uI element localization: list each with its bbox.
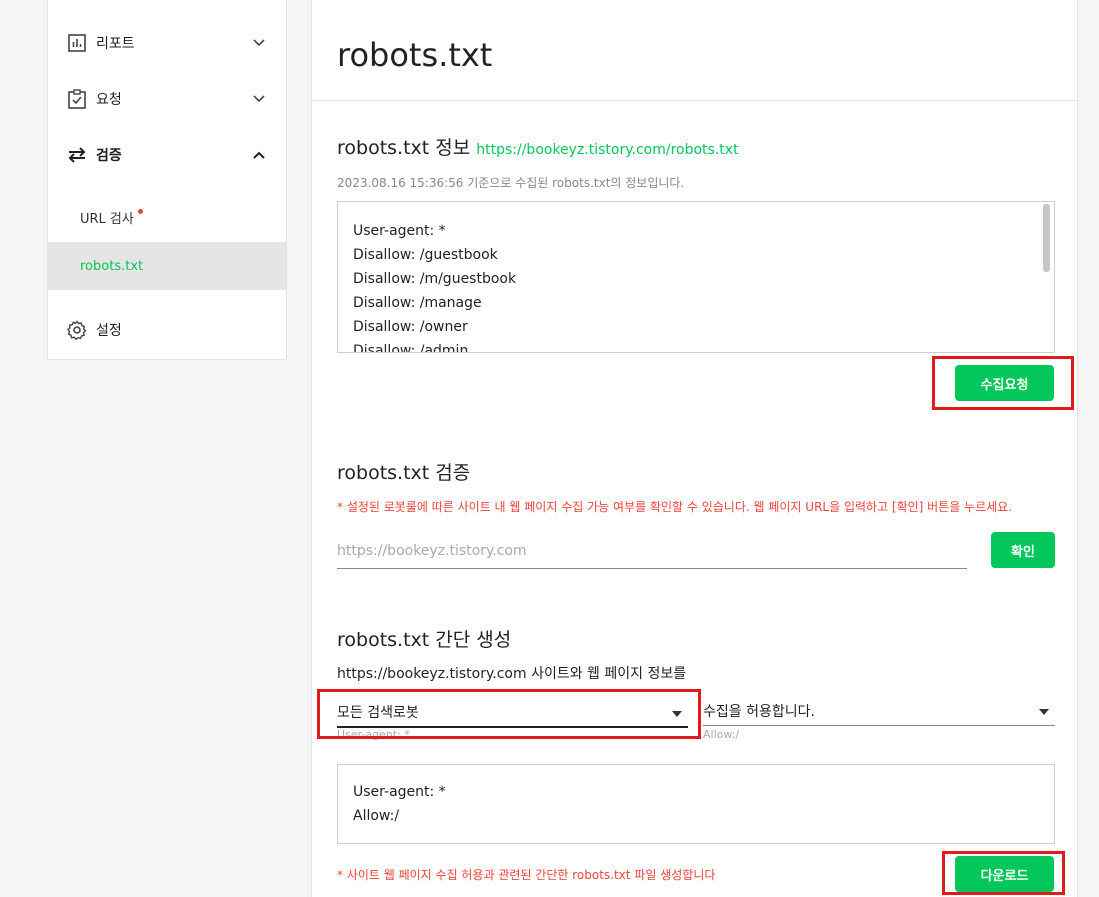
page-title: robots.txt [337,36,493,74]
caret-down-icon [1039,709,1049,715]
code-line: Disallow: /m/guestbook [353,271,517,287]
generated-robots-box[interactable]: User-agent: * Allow:/ [337,764,1055,844]
generate-intro: https://bookeyz.tistory.com 사이트와 웹 페이지 정… [337,666,687,682]
robots-info-title-text: robots.txt 정보 [337,137,471,159]
sidebar-subitem-label: URL 검사 [80,211,134,227]
generate-note: * 사이트 웹 페이지 수집 허용과 관련된 간단한 robots.txt 파일… [337,868,716,882]
code-line: Disallow: /admin [353,343,469,353]
divider [312,100,1077,101]
code-line: Disallow: /manage [353,295,482,311]
code-line: Disallow: /owner [353,319,468,335]
sidebar-item-label: 검증 [96,148,122,164]
url-input[interactable]: https://bookeyz.tistory.com [337,533,967,569]
sidebar-item-label: 요청 [96,92,122,108]
robots-info-title: robots.txt 정보 https://bookeyz.tistory.com… [337,133,739,160]
sidebar-subitem-robots[interactable]: robots.txt [48,242,286,290]
code-line: Allow:/ [353,808,400,824]
robots-url-link[interactable]: https://bookeyz.tistory.com/robots.txt [476,142,738,158]
code-line: User-agent: * [353,784,446,800]
code-line: User-agent: * [353,223,446,239]
verify-warning: * 설정된 로봇룰에 따른 사이트 내 웹 페이지 수집 가능 여부를 확인할 … [337,500,1013,514]
scrollbar[interactable] [1043,204,1050,272]
collect-request-button[interactable]: 수집요청 [955,365,1054,401]
permission-select[interactable]: 수집을 허용합니다. [703,696,1055,726]
robots-generate-title: robots.txt 간단 생성 [337,629,512,651]
clipboard-check-icon [67,89,87,109]
chevron-up-icon [252,148,266,162]
permission-helper: Allow:/ [703,728,740,741]
confirm-button[interactable]: 확인 [991,532,1055,568]
sidebar-subitem-url-inspect[interactable]: URL 검사 [48,193,286,241]
main-panel: robots.txt robots.txt 정보 https://bookeyz.… [311,0,1078,897]
gear-icon [67,320,87,340]
chart-icon [67,33,87,53]
sidebar-item-settings[interactable]: 설정 [48,302,286,358]
transfer-arrows-icon [67,145,87,165]
sidebar-item-verify[interactable]: 검증 [48,127,286,183]
notification-dot [137,208,143,214]
sidebar-item-request[interactable]: 요청 [48,71,286,127]
sidebar-item-label: 설정 [96,323,122,339]
robots-info-desc: 2023.08.16 15:36:56 기준으로 수집된 robots.txt의… [337,176,685,190]
sidebar-subitem-label: robots.txt [80,258,144,274]
chevron-down-icon [252,36,266,50]
permission-select-value: 수집을 허용합니다. [703,703,815,720]
sidebar-item-report[interactable]: 리포트 [48,15,286,71]
highlight-frame [317,689,701,739]
sidebar: 리포트 요청 검증 URL 검사 robots.txt 설정 [47,0,287,360]
sidebar-item-label: 리포트 [96,36,135,52]
chevron-down-icon [252,92,266,106]
robots-content-box[interactable]: User-agent: * Disallow: /guestbook Disal… [337,201,1055,353]
code-line: Disallow: /guestbook [353,247,498,263]
robots-verify-title: robots.txt 검증 [337,462,471,484]
download-button[interactable]: 다운로드 [955,856,1054,892]
